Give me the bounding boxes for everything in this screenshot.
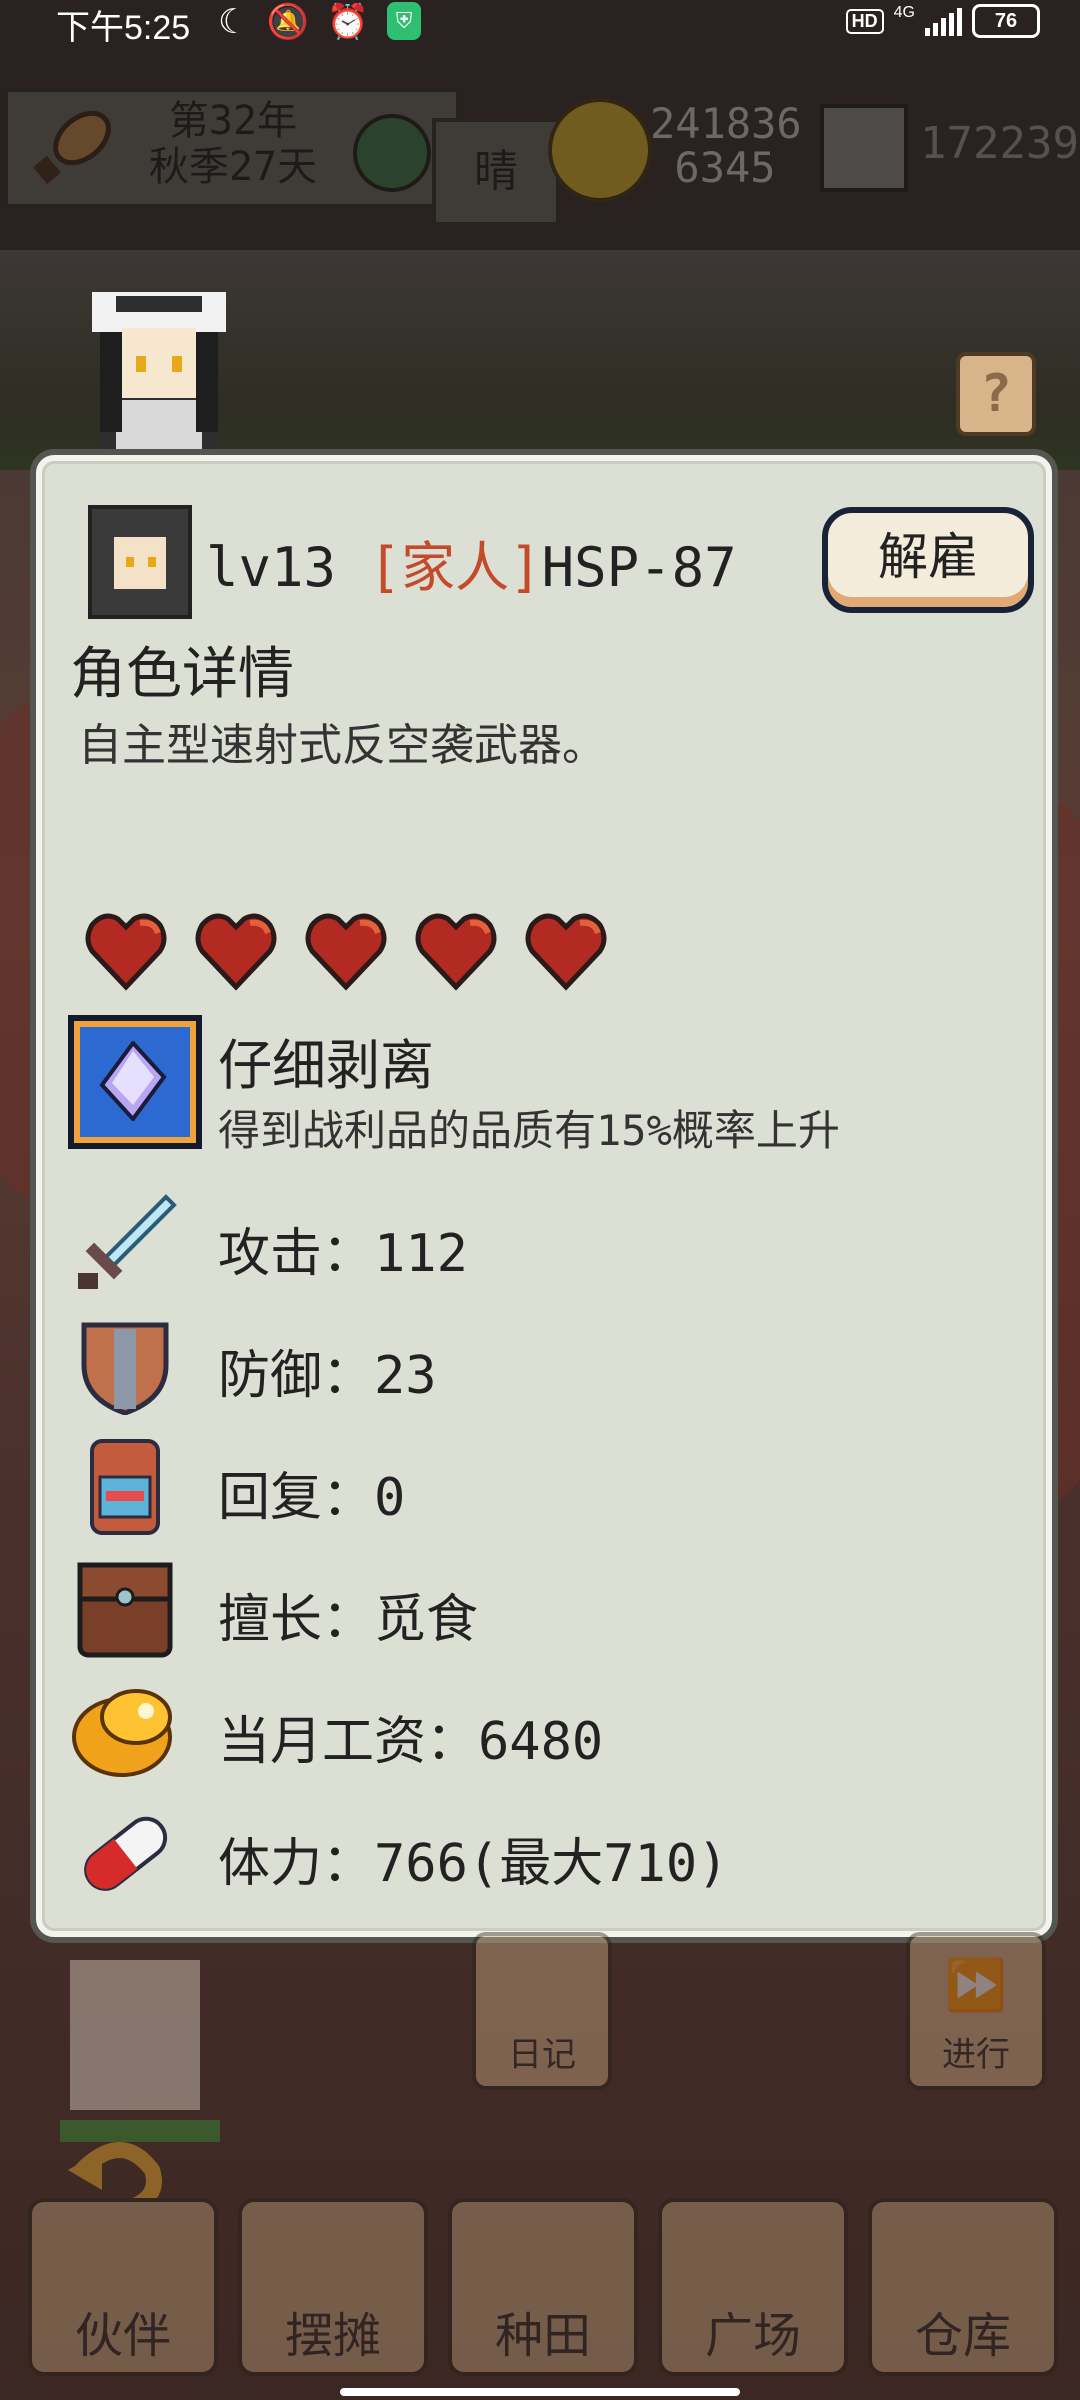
stat-defense: 防御：23 — [70, 1315, 970, 1415]
specialty-label: 擅长：觅食 — [218, 1590, 479, 1650]
nav-label: 种田 — [494, 2308, 591, 2364]
signal-icon — [925, 6, 962, 36]
heart-icon — [415, 913, 497, 991]
nav-stall[interactable]: 摆摊 — [238, 2198, 428, 2376]
heart-icon — [525, 913, 607, 991]
network-label: 4G — [893, 4, 915, 21]
weather-label: 晴 — [432, 118, 560, 226]
help-button[interactable]: ? — [956, 352, 1036, 436]
stat-stamina: 体力：766(最大710) — [70, 1803, 970, 1903]
nav-label: 广场 — [704, 2308, 801, 2364]
pill-icon — [84, 1816, 168, 1891]
alarm-icon: ⏰ — [326, 3, 370, 41]
heart-icon — [305, 913, 387, 991]
fast-forward-icon: ⏩ — [944, 1956, 1008, 2014]
heart-icon — [195, 913, 277, 991]
recovery-label: 回复：0 — [218, 1468, 406, 1528]
companion-sprite — [60, 1960, 220, 2142]
moon-icon: ☾ — [218, 3, 249, 41]
fire-button[interactable]: 解雇 — [822, 507, 1034, 613]
character-sprite — [92, 292, 226, 452]
status-bar: 下午5:25 ☾ 🔕 ⏰ ⛨ HD 4G 76 — [0, 0, 1080, 48]
affection-hearts — [84, 909, 608, 993]
proceed-label: 进行 — [942, 2035, 1010, 2075]
gold-coins-icon — [72, 1689, 172, 1777]
mute-bell-icon: 🔕 — [266, 3, 309, 41]
nav-warehouse[interactable]: 仓库 — [868, 2198, 1058, 2376]
home-indicator[interactable] — [340, 2388, 740, 2396]
battery-icon: 76 — [972, 4, 1040, 38]
backpack-icon — [90, 1439, 160, 1535]
character-detail-panel: lv13 [家人]HSP-87 解雇 角色详情 自主型速射式反空袭武器。 仔细剥… — [36, 455, 1052, 1937]
year-label: 第32年 — [168, 98, 298, 144]
satchel-icon — [77, 1562, 173, 1658]
gold-coin-icon — [548, 98, 652, 202]
game-hud: 第32年 秋季27天 晴 241836 6345 172239 — [0, 88, 1080, 228]
safe-icon — [820, 104, 908, 192]
character-title: lv13 [家人]HSP-87 — [206, 523, 737, 602]
character-level: lv13 — [206, 535, 337, 599]
money-bottom: 6345 — [674, 143, 776, 192]
character-relation: [家人] — [368, 535, 542, 599]
status-right: HD 4G 76 — [845, 4, 1040, 38]
attack-label: 攻击：112 — [218, 1224, 468, 1284]
hd-badge: HD — [845, 8, 884, 34]
diary-label: 日记 — [508, 2035, 576, 2075]
money-top: 241836 — [650, 99, 802, 148]
character-avatar-icon — [88, 505, 192, 619]
proceed-button[interactable]: ⏩ 进行 — [906, 1932, 1046, 2090]
nav-label: 伙伴 — [74, 2308, 171, 2364]
character-description: 自主型速射式反空袭武器。 — [78, 720, 606, 771]
nav-plaza[interactable]: 广场 — [658, 2198, 848, 2376]
diary-button[interactable]: 日记 — [472, 1932, 612, 2090]
crystal-skill-icon — [68, 1015, 202, 1149]
stat-specialty: 擅长：觅食 — [70, 1559, 970, 1659]
skill-name: 仔细剥离 — [218, 1034, 434, 1097]
nav-farm[interactable]: 种田 — [448, 2198, 638, 2376]
section-title: 角色详情 — [70, 642, 294, 707]
skill-description: 得到战利品的品质有15%概率上升 — [218, 1106, 840, 1155]
nav-companions[interactable]: 伙伴 — [28, 2198, 218, 2376]
bottom-area: 日记 ⏩ 进行 伙伴 摆摊 种田 广场 仓库 — [0, 1930, 1080, 2400]
stamina-label: 体力：766(最大710) — [218, 1834, 729, 1894]
stat-attack: 攻击：112 — [70, 1193, 970, 1293]
date-box[interactable]: 第32年 秋季27天 — [4, 88, 460, 208]
nav-label: 摆摊 — [284, 2308, 381, 2364]
character-name: HSP-87 — [541, 535, 737, 599]
club-icon — [33, 110, 111, 185]
stat-recovery: 回复：0 — [70, 1437, 970, 1537]
coin-icon — [353, 114, 431, 192]
status-time: 下午5:25 — [56, 9, 191, 47]
sword-icon — [78, 1194, 177, 1289]
panel-header: lv13 [家人]HSP-87 — [88, 505, 737, 619]
defense-label: 防御：23 — [218, 1346, 437, 1406]
season-day-label: 秋季27天 — [148, 144, 318, 190]
heart-icon — [85, 913, 167, 991]
status-icons: ☾ 🔕 ⏰ ⛨ — [218, 2, 422, 42]
stone-count: 172239 — [920, 118, 1079, 169]
stat-salary: 当月工资：6480 — [70, 1681, 970, 1781]
shield-stat-icon — [81, 1322, 169, 1415]
nav-label: 仓库 — [914, 2308, 1011, 2364]
shield-icon: ⛨ — [387, 2, 422, 40]
salary-label: 当月工资：6480 — [218, 1712, 604, 1772]
